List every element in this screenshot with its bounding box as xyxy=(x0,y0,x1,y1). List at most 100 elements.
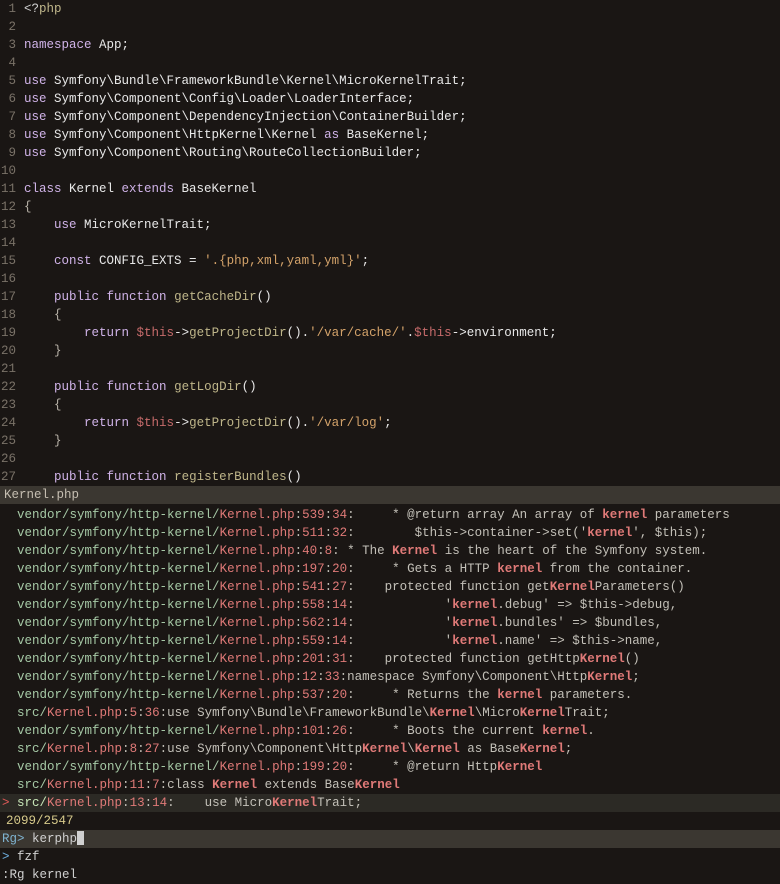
code-line[interactable]: 18 { xyxy=(0,306,780,324)
code-line[interactable]: 3namespace App; xyxy=(0,36,780,54)
result-file: Kernel.php xyxy=(220,634,295,648)
code-line[interactable]: 12{ xyxy=(0,198,780,216)
code-line[interactable]: 13 use MicroKernelTrait; xyxy=(0,216,780,234)
code-line[interactable]: 10 xyxy=(0,162,780,180)
result-line-no: 12 xyxy=(302,670,317,684)
code-line[interactable]: 2 xyxy=(0,18,780,36)
result-col-no: 7 xyxy=(152,778,160,792)
result-col-no: 32 xyxy=(332,526,347,540)
result-col-no: 14 xyxy=(332,634,347,648)
code-line[interactable]: 17 public function getCacheDir() xyxy=(0,288,780,306)
code-line[interactable]: 11class Kernel extends BaseKernel xyxy=(0,180,780,198)
fzf-result[interactable]: vendor/symfony/http-kernel/Kernel.php:12… xyxy=(0,668,780,686)
result-path: src/ xyxy=(17,796,47,810)
result-path: vendor/symfony/http-kernel/ xyxy=(17,526,220,540)
result-file: Kernel.php xyxy=(220,544,295,558)
code-line[interactable]: 26 xyxy=(0,450,780,468)
result-path: src/ xyxy=(17,778,47,792)
fzf-result[interactable]: src/Kernel.php:8:27:use Symfony\Componen… xyxy=(0,740,780,758)
chevron-right-icon: > xyxy=(2,850,10,864)
fzf-prompt-label: Rg> xyxy=(2,832,25,846)
code-line[interactable]: 22 public function getLogDir() xyxy=(0,378,780,396)
code-line[interactable]: 27 public function registerBundles() xyxy=(0,468,780,486)
fzf-result[interactable]: src/Kernel.php:11:7:class Kernel extends… xyxy=(0,776,780,794)
code-line[interactable]: 25 } xyxy=(0,432,780,450)
fzf-result[interactable]: vendor/symfony/http-kernel/Kernel.php:53… xyxy=(0,506,780,524)
code-line[interactable]: 23 { xyxy=(0,396,780,414)
line-number: 22 xyxy=(0,378,24,396)
fzf-result[interactable]: vendor/symfony/http-kernel/Kernel.php:55… xyxy=(0,596,780,614)
result-col-no: 27 xyxy=(145,742,160,756)
result-file: Kernel.php xyxy=(47,796,122,810)
fzf-result[interactable]: vendor/symfony/http-kernel/Kernel.php:51… xyxy=(0,524,780,542)
fzf-result[interactable]: vendor/symfony/http-kernel/Kernel.php:10… xyxy=(0,722,780,740)
result-file: Kernel.php xyxy=(220,652,295,666)
result-line-no: 541 xyxy=(302,580,325,594)
result-line-no: 199 xyxy=(302,760,325,774)
code-line[interactable]: 5use Symfony\Bundle\FrameworkBundle\Kern… xyxy=(0,72,780,90)
fzf-result[interactable]: vendor/symfony/http-kernel/Kernel.php:56… xyxy=(0,614,780,632)
code-editor[interactable]: 1<?php23namespace App;45use Symfony\Bund… xyxy=(0,0,780,486)
fzf-results-pane[interactable]: vendor/symfony/http-kernel/Kernel.php:53… xyxy=(0,504,780,794)
fzf-result[interactable]: vendor/symfony/http-kernel/Kernel.php:55… xyxy=(0,632,780,650)
code-line[interactable]: 4 xyxy=(0,54,780,72)
line-number: 3 xyxy=(0,36,24,54)
result-col-no: 36 xyxy=(145,706,160,720)
result-line-no: 559 xyxy=(302,634,325,648)
result-path: vendor/symfony/http-kernel/ xyxy=(17,616,220,630)
fzf-result[interactable]: vendor/symfony/http-kernel/Kernel.php:40… xyxy=(0,542,780,560)
line-number: 24 xyxy=(0,414,24,432)
result-line-no: 8 xyxy=(130,742,138,756)
code-line[interactable]: 21 xyxy=(0,360,780,378)
result-file: Kernel.php xyxy=(220,760,295,774)
code-line[interactable]: 6use Symfony\Component\Config\Loader\Loa… xyxy=(0,90,780,108)
result-path: vendor/symfony/http-kernel/ xyxy=(17,634,220,648)
fzf-result[interactable]: vendor/symfony/http-kernel/Kernel.php:20… xyxy=(0,650,780,668)
code-line[interactable]: 20 } xyxy=(0,342,780,360)
code-line[interactable]: 15 const CONFIG_EXTS = '.{php,xml,yaml,y… xyxy=(0,252,780,270)
result-path: vendor/symfony/http-kernel/ xyxy=(17,598,220,612)
code-line[interactable]: 16 xyxy=(0,270,780,288)
result-file: Kernel.php xyxy=(220,724,295,738)
line-number: 25 xyxy=(0,432,24,450)
result-line-no: 537 xyxy=(302,688,325,702)
fzf-result[interactable]: vendor/symfony/http-kernel/Kernel.php:19… xyxy=(0,758,780,776)
fzf-prompt-input[interactable]: kerphp xyxy=(32,832,77,846)
vim-command-line[interactable]: :Rg kernel xyxy=(0,866,780,884)
result-line-no: 13 xyxy=(130,796,145,810)
result-file: Kernel.php xyxy=(220,598,295,612)
fzf-result[interactable]: vendor/symfony/http-kernel/Kernel.php:54… xyxy=(0,578,780,596)
result-path: vendor/symfony/http-kernel/ xyxy=(17,724,220,738)
text-cursor xyxy=(77,831,84,845)
fzf-result-selected[interactable]: > src/Kernel.php:13:14: use MicroKernelT… xyxy=(0,794,780,812)
code-line[interactable]: 1<?php xyxy=(0,0,780,18)
result-file: Kernel.php xyxy=(220,580,295,594)
result-file: Kernel.php xyxy=(220,670,295,684)
code-line[interactable]: 19 return $this->getProjectDir().'/var/c… xyxy=(0,324,780,342)
fzf-label: fzf xyxy=(17,850,40,864)
fzf-prompt[interactable]: Rg> kerphp xyxy=(0,830,780,848)
result-line-no: 201 xyxy=(302,652,325,666)
line-number: 27 xyxy=(0,468,24,486)
fzf-result[interactable]: vendor/symfony/http-kernel/Kernel.php:19… xyxy=(0,560,780,578)
result-path: vendor/symfony/http-kernel/ xyxy=(17,544,220,558)
line-number: 14 xyxy=(0,234,24,252)
result-file: Kernel.php xyxy=(220,526,295,540)
code-line[interactable]: 24 return $this->getProjectDir().'/var/l… xyxy=(0,414,780,432)
result-col-no: 31 xyxy=(332,652,347,666)
fzf-result[interactable]: vendor/symfony/http-kernel/Kernel.php:53… xyxy=(0,686,780,704)
fzf-result[interactable]: src/Kernel.php:5:36:use Symfony\Bundle\F… xyxy=(0,704,780,722)
line-number: 18 xyxy=(0,306,24,324)
code-line[interactable]: 9use Symfony\Component\Routing\RouteColl… xyxy=(0,144,780,162)
result-line-no: 562 xyxy=(302,616,325,630)
code-line[interactable]: 8use Symfony\Component\HttpKernel\Kernel… xyxy=(0,126,780,144)
result-col-no: 20 xyxy=(332,562,347,576)
line-number: 15 xyxy=(0,252,24,270)
line-number: 21 xyxy=(0,360,24,378)
result-file: Kernel.php xyxy=(47,742,122,756)
buffer-name-bar: Kernel.php xyxy=(0,486,780,504)
result-col-no: 26 xyxy=(332,724,347,738)
result-col-no: 14 xyxy=(152,796,167,810)
code-line[interactable]: 7use Symfony\Component\DependencyInjecti… xyxy=(0,108,780,126)
code-line[interactable]: 14 xyxy=(0,234,780,252)
